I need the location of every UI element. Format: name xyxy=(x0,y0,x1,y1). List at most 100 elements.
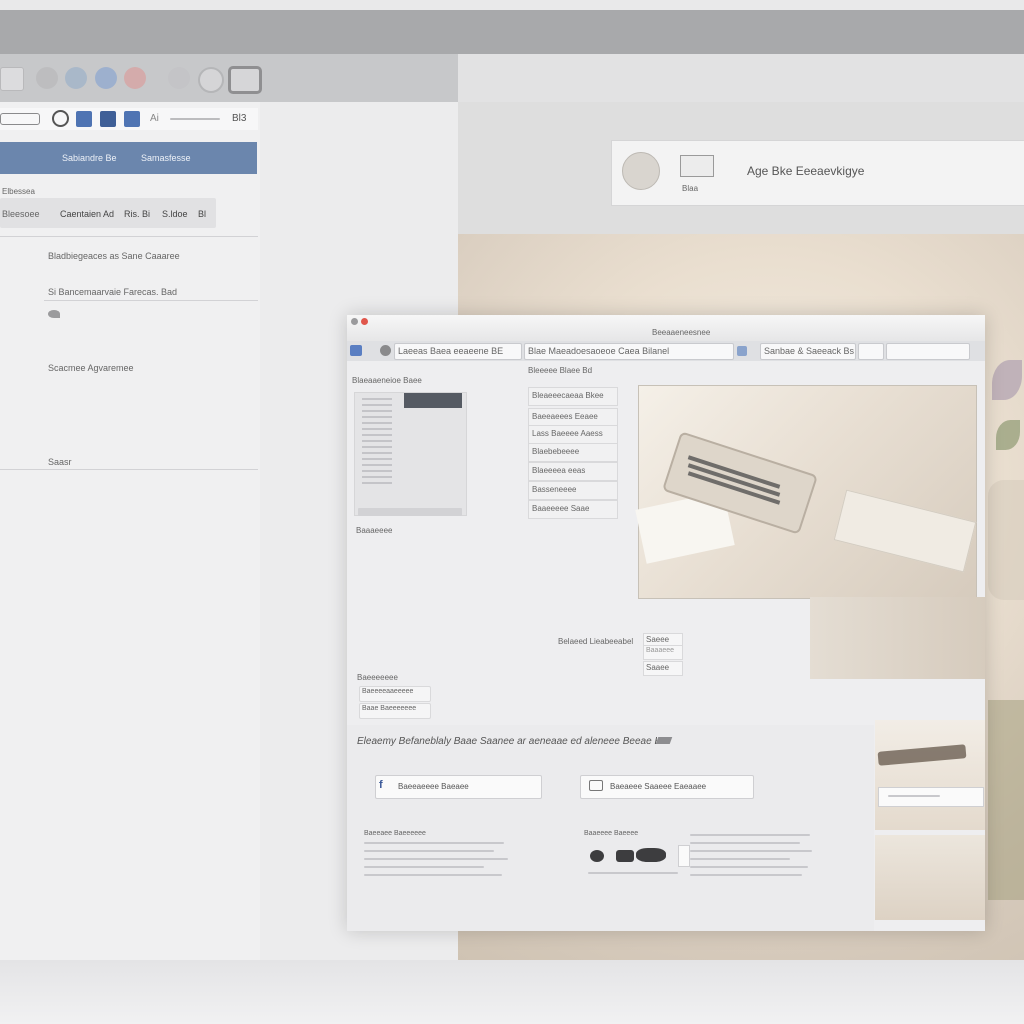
tab-row-item-4[interactable]: Bl xyxy=(198,209,206,219)
vase-icon xyxy=(988,480,1024,600)
toolbar-button[interactable] xyxy=(858,343,884,360)
thumbnail[interactable] xyxy=(875,835,985,920)
left-item-4[interactable]: Saasr xyxy=(48,457,72,467)
footer-text-line xyxy=(364,866,484,868)
footer-text-line xyxy=(690,850,812,852)
ext-field-text: Baeeeeaaeeeee xyxy=(362,688,414,695)
thumbnail-caption-line xyxy=(888,795,940,797)
breadcrumb: Elbessea xyxy=(2,187,35,196)
reload-icon[interactable] xyxy=(380,345,391,356)
tab-row-item-3[interactable]: S.ldoe xyxy=(162,209,188,219)
window-title: Beeaaeneesnee xyxy=(652,328,711,337)
menu-item-label: Basseneeee xyxy=(532,485,577,494)
footer-text-line xyxy=(690,842,800,844)
promo-title: Eleaemy Befaneblaly Baae Saanee ar aenea… xyxy=(357,736,657,747)
menu-item-label: Baaeeeee Saae xyxy=(532,504,590,513)
thumbnail-caption-bar xyxy=(878,787,984,807)
footer-text-line xyxy=(690,858,790,860)
panel-strip-title: Ai xyxy=(150,113,159,124)
doc-icon[interactable] xyxy=(124,111,140,127)
thumbnail[interactable] xyxy=(875,720,985,830)
tab-row-item-2[interactable]: Ris. Bi xyxy=(124,209,150,219)
footer-text-line xyxy=(364,874,502,876)
facebook-icon: f xyxy=(379,779,383,791)
caption-field-text: Saaee xyxy=(646,663,670,672)
footer-text-line xyxy=(364,842,504,844)
footer-heading: Baeeaee Baeeeeee xyxy=(364,830,426,837)
profile-badge-icon xyxy=(680,155,714,177)
key-icon[interactable] xyxy=(0,113,40,125)
menu-item-label: Bleaeeecaeaa Bkee xyxy=(532,391,604,400)
left-panel xyxy=(0,102,261,960)
footer-text-line xyxy=(364,850,494,852)
facebook-button-label: Baeeaeeee Baeaee xyxy=(398,782,469,791)
panel-strip-line xyxy=(170,118,220,120)
tab-icon[interactable] xyxy=(350,345,362,356)
settings-icon[interactable] xyxy=(168,67,190,89)
ext-field-text: Baae Baeeeeeee xyxy=(362,705,417,712)
close-icon[interactable] xyxy=(361,318,368,325)
preview-lines xyxy=(362,398,392,488)
user-icon[interactable] xyxy=(100,111,116,127)
plant-shadow xyxy=(988,700,1024,900)
menu-item-label: Blaebebeeee xyxy=(532,447,580,456)
menu-item-label: Lass Baeeee Aaess xyxy=(532,429,603,438)
search-text: Blae Maeadoesaoeoe Caea Bilanel xyxy=(528,346,670,356)
left-item-1[interactable]: Bladbiegeaces as Sane Caaaree xyxy=(48,251,180,261)
app-store-icon[interactable] xyxy=(95,67,117,89)
panel-strip-badge: Bl3 xyxy=(232,113,247,124)
tab-row-item-1[interactable]: Caentaien Ad xyxy=(60,209,114,219)
caption-field-text: Baaaeee xyxy=(646,647,675,654)
menu-heading: Bleeeee Blaee Bd xyxy=(528,366,593,375)
ext-heading: Baeeeeeee xyxy=(357,673,398,682)
preview-header xyxy=(404,393,462,408)
footer-heading: Baaeeee Baeeee xyxy=(584,830,639,837)
tab-row-label-lead: Bleesoee xyxy=(2,209,40,219)
left-item-2[interactable]: Si Bancemaarvaie Farecas. Bad xyxy=(48,287,177,297)
sidebar-toggle-icon[interactable] xyxy=(0,67,24,91)
footer-checkbox[interactable] xyxy=(678,845,690,867)
promo-section xyxy=(347,725,874,931)
menu-item-label: Blaeeeea eeas xyxy=(532,466,586,475)
grid-icon[interactable] xyxy=(76,111,92,127)
caption-field-text: Saeee xyxy=(646,635,670,644)
stamp-icon xyxy=(616,850,634,862)
footer-text-line xyxy=(364,858,508,860)
extension-text: Sanbae & Saeeack Bs xyxy=(764,346,855,356)
profile-sub: Blaa xyxy=(682,184,699,193)
outer-bottom-bar xyxy=(0,960,1024,1024)
brush-icon xyxy=(636,848,666,862)
profile-name: Age Bke Eeeaevkigye xyxy=(747,164,865,178)
window-button-label: Baeaeee Saaeee Eaeaaee xyxy=(610,782,707,791)
cursor-icon xyxy=(48,310,60,318)
footer-text-line xyxy=(690,866,808,868)
bookmark-icon[interactable] xyxy=(737,346,747,356)
avatar xyxy=(622,152,660,190)
footer-text-line xyxy=(588,872,678,874)
window-menu-icon[interactable] xyxy=(351,318,358,325)
left-divider xyxy=(44,300,258,301)
outer-top-bar xyxy=(0,10,1024,54)
header-tab-2[interactable]: Samasfesse xyxy=(141,153,191,163)
photo-caption: Belaeed Lieabeeabel xyxy=(558,637,634,646)
ink-icon xyxy=(590,850,604,862)
clock-icon[interactable] xyxy=(36,67,58,89)
right-window-toolbar xyxy=(458,54,1024,102)
left-divider xyxy=(0,236,258,237)
globe-icon[interactable] xyxy=(65,67,87,89)
record-icon[interactable] xyxy=(198,67,224,93)
music-icon[interactable] xyxy=(124,67,146,89)
header-tab-1[interactable]: Sabiandre Be xyxy=(62,153,117,163)
window-icon[interactable] xyxy=(228,66,262,94)
sidebar-title: Blaeaaeneioe Baee xyxy=(352,376,422,385)
menu-item-label: Baeeaeees Eeaee xyxy=(532,412,598,421)
photo-shadow xyxy=(810,597,985,679)
window-button-icon xyxy=(589,780,603,791)
toolbar-field[interactable] xyxy=(886,343,970,360)
left-item-3[interactable]: Scacmee Agvaremee xyxy=(48,363,134,373)
sidebar-caption: Baaaeeee xyxy=(356,526,393,535)
left-divider xyxy=(0,469,258,470)
pen-icon xyxy=(655,737,673,744)
preview-footer xyxy=(358,508,462,516)
search-icon[interactable] xyxy=(52,110,69,127)
